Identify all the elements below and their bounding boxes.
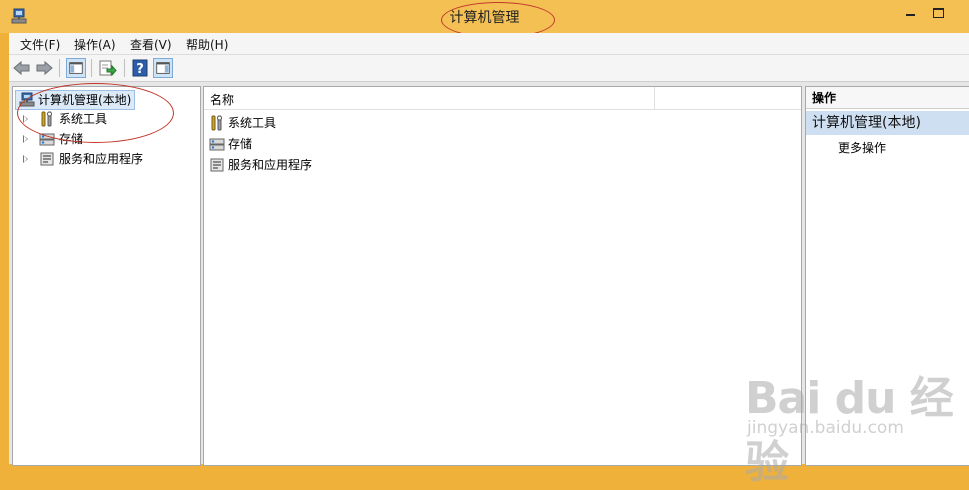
title-bar: 计算机管理 [0,0,969,38]
menu-action[interactable]: 操作(A) [74,36,116,53]
toolbar-separator [124,59,125,77]
storage-icon [209,138,225,151]
tree-item-label: 服务和应用程序 [59,152,144,166]
content-area: 计算机管理(本地) 系统工具 存储 服务和应用程序 名称 系统工具 存储 服务和… [9,82,969,466]
expand-arrow-icon[interactable] [23,155,28,163]
more-actions-link[interactable]: 更多操作 [838,139,886,156]
services-applications-icon [40,152,54,166]
list-row-label: 存储 [228,137,253,151]
menu-help[interactable]: 帮助(H) [186,36,228,53]
back-arrow-icon[interactable] [12,58,32,78]
menu-view[interactable]: 查看(V) [130,36,172,53]
show-hide-action-pane-icon[interactable] [153,58,173,78]
actions-pane-header: 操作 [806,87,969,109]
list-row-label: 服务和应用程序 [228,158,313,172]
list-row-system-tools[interactable]: 系统工具 [208,113,276,133]
show-hide-tree-icon[interactable] [66,58,86,78]
list-row-label: 系统工具 [228,116,277,130]
navigation-tree-pane: 计算机管理(本地) 系统工具 存储 服务和应用程序 [12,83,201,466]
toolbar-separator [59,59,60,77]
svg-text:?: ? [136,62,144,77]
column-header-name[interactable]: 名称 [210,91,234,108]
results-list-pane: 名称 系统工具 存储 服务和应用程序 [203,86,802,466]
toolbar: ? [9,55,969,82]
export-list-icon[interactable] [97,58,117,78]
expand-arrow-icon[interactable] [23,135,28,143]
column-divider[interactable] [654,87,655,109]
forward-arrow-icon[interactable] [34,58,54,78]
menu-bar: 文件(F) 操作(A) 查看(V) 帮助(H) [9,33,969,55]
list-row-storage[interactable]: 存储 [208,134,252,154]
list-header: 名称 [204,87,801,110]
system-tools-icon [211,115,222,131]
menu-file[interactable]: 文件(F) [20,36,60,53]
maximize-button[interactable] [930,4,948,20]
tree-item-services-applications[interactable]: 服务和应用程序 [21,150,143,168]
help-icon[interactable]: ? [130,58,150,78]
annotation-oval-tree [17,83,174,143]
list-row-services-applications[interactable]: 服务和应用程序 [208,155,312,175]
minimize-button[interactable] [902,4,920,20]
toolbar-separator [91,59,92,77]
actions-pane: 操作 计算机管理(本地) 更多操作 [805,86,969,466]
services-applications-icon [210,158,224,172]
actions-section-computer-management[interactable]: 计算机管理(本地) [806,111,969,135]
